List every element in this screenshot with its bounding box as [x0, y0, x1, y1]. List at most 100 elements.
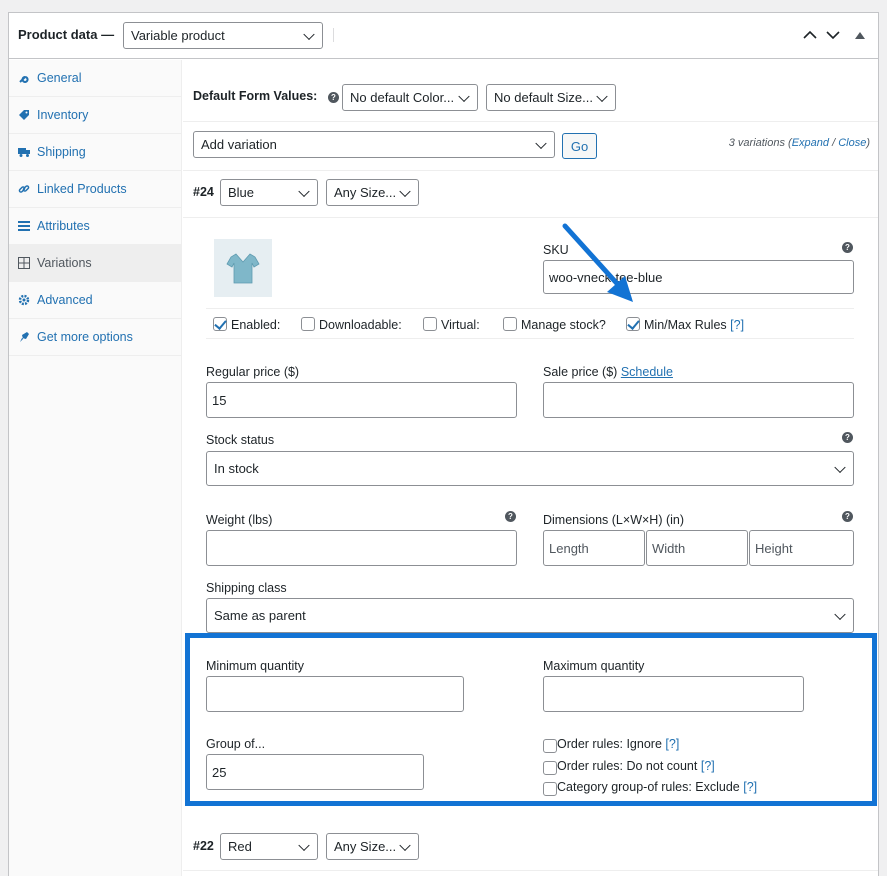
tab-advanced[interactable]: Advanced [9, 282, 182, 319]
close-link[interactable]: Close [838, 137, 866, 149]
minmax-highlight-box [185, 633, 877, 806]
chevron-down-icon [298, 839, 310, 851]
manage-stock-label: Manage stock? [521, 318, 606, 332]
move-up-icon[interactable] [803, 30, 817, 40]
regular-price-label: Regular price ($) [206, 365, 300, 379]
downloadable-checkbox[interactable] [301, 317, 315, 331]
gear-icon [18, 294, 30, 306]
chevron-down-icon [535, 137, 547, 149]
divider [183, 121, 878, 122]
tab-shipping-label: Shipping [37, 145, 86, 159]
tab-attributes-label: Attributes [37, 219, 90, 233]
tab-inventory[interactable]: Inventory [9, 97, 182, 134]
chevron-down-icon [834, 608, 846, 620]
slash-text: / [829, 137, 839, 149]
divider [183, 170, 878, 171]
shipping-class-select[interactable]: Same as parent [206, 598, 854, 633]
manage-stock-checkbox[interactable] [503, 317, 517, 331]
variation-image[interactable] [214, 239, 272, 297]
tab-get-more-options[interactable]: Get more options [9, 319, 182, 356]
minmax-rules-text: Min/Max Rules [644, 318, 727, 332]
variation-color-select[interactable]: Blue [220, 179, 318, 206]
tshirt-icon [226, 253, 260, 284]
minmax-help-link[interactable]: [?] [730, 318, 744, 332]
grid-icon [18, 257, 30, 269]
wrench-icon [19, 76, 29, 83]
variations-count: 3 variations (Expand / Close) [729, 137, 870, 149]
length-input[interactable]: Length [543, 530, 645, 566]
product-type-select[interactable]: Variable product [123, 22, 323, 49]
bulk-action-value: Add variation [201, 137, 277, 152]
dimensions-label: Dimensions (L×W×H) (in) [543, 513, 685, 527]
downloadable-label: Downloadable: [319, 318, 402, 332]
tab-advanced-label: Advanced [37, 293, 93, 307]
variation-color-select[interactable]: Red [220, 833, 318, 860]
chevron-down-icon [298, 185, 310, 197]
variation-size-select[interactable]: Any Size... [326, 833, 419, 860]
sale-price-text: Sale price ($) [543, 365, 618, 379]
annotation-arrow-icon [562, 223, 633, 302]
default-size-select[interactable]: No default Size... [486, 84, 616, 111]
default-color-select[interactable]: No default Color... [342, 84, 478, 111]
tab-variations[interactable]: Variations [9, 245, 182, 282]
tab-inventory-label: Inventory [37, 108, 89, 122]
chevron-down-icon [458, 90, 470, 102]
product-data-title: Product data — [18, 27, 115, 42]
variation-id: #24 [193, 185, 214, 199]
variation-size-select[interactable]: Any Size... [326, 179, 419, 206]
help-icon[interactable]: ? [328, 92, 339, 103]
close-paren-text: ) [866, 137, 870, 149]
help-icon[interactable]: ? [842, 432, 853, 443]
weight-input[interactable] [206, 530, 517, 566]
virtual-checkbox[interactable] [423, 317, 437, 331]
chevron-down-icon [596, 90, 608, 102]
sale-price-input[interactable] [543, 382, 854, 418]
sale-price-label: Sale price ($) Schedule [543, 365, 673, 379]
divider [183, 217, 878, 218]
width-input[interactable]: Width [646, 530, 748, 566]
tag-icon [19, 110, 29, 120]
tab-linked-products-label: Linked Products [37, 182, 127, 196]
help-icon[interactable]: ? [842, 511, 853, 522]
help-icon[interactable]: ? [505, 511, 516, 522]
chevron-down-icon [399, 839, 411, 851]
help-icon[interactable]: ? [842, 242, 853, 253]
chevron-down-icon [399, 185, 411, 197]
product-data-header: Product data — Variable product [9, 13, 878, 59]
enabled-label: Enabled: [231, 318, 281, 332]
tab-shipping[interactable]: Shipping [9, 134, 182, 171]
tab-general-label: General [37, 71, 82, 85]
default-color-value: No default Color... [350, 90, 455, 105]
regular-price-input[interactable]: 15 [206, 382, 517, 418]
variation-size-value: Any Size... [334, 185, 397, 200]
divider [206, 338, 854, 339]
link-icon [18, 185, 30, 193]
collapse-toggle-icon[interactable] [855, 31, 865, 39]
header-divider [333, 28, 334, 42]
virtual-label: Virtual: [441, 318, 480, 332]
product-type-value: Variable product [131, 28, 225, 43]
minmax-rules-checkbox[interactable] [626, 317, 640, 331]
enabled-checkbox[interactable] [213, 317, 227, 331]
move-down-icon[interactable] [826, 30, 840, 40]
divider [183, 870, 878, 871]
go-button[interactable]: Go [562, 133, 597, 159]
tab-attributes[interactable]: Attributes [9, 208, 182, 245]
height-input[interactable]: Height [749, 530, 854, 566]
stock-status-label: Stock status [206, 433, 275, 447]
variation-color-value: Blue [228, 185, 255, 200]
tab-general[interactable]: General [9, 60, 182, 97]
divider [206, 308, 854, 309]
schedule-link[interactable]: Schedule [621, 365, 673, 379]
expand-link[interactable]: Expand [792, 137, 829, 149]
tab-linked-products[interactable]: Linked Products [9, 171, 182, 208]
bulk-action-select[interactable]: Add variation [193, 131, 555, 158]
truck-icon [18, 148, 30, 157]
stock-status-select[interactable]: In stock [206, 451, 854, 486]
chevron-down-icon [303, 28, 315, 40]
variation-id: #22 [193, 839, 214, 853]
product-data-tabs: General Inventory Shipping Linked Produc… [9, 60, 182, 876]
minmax-rules-label: Min/Max Rules [?] [644, 318, 744, 332]
shipping-class-value: Same as parent [214, 608, 306, 623]
tab-variations-label: Variations [37, 256, 92, 270]
